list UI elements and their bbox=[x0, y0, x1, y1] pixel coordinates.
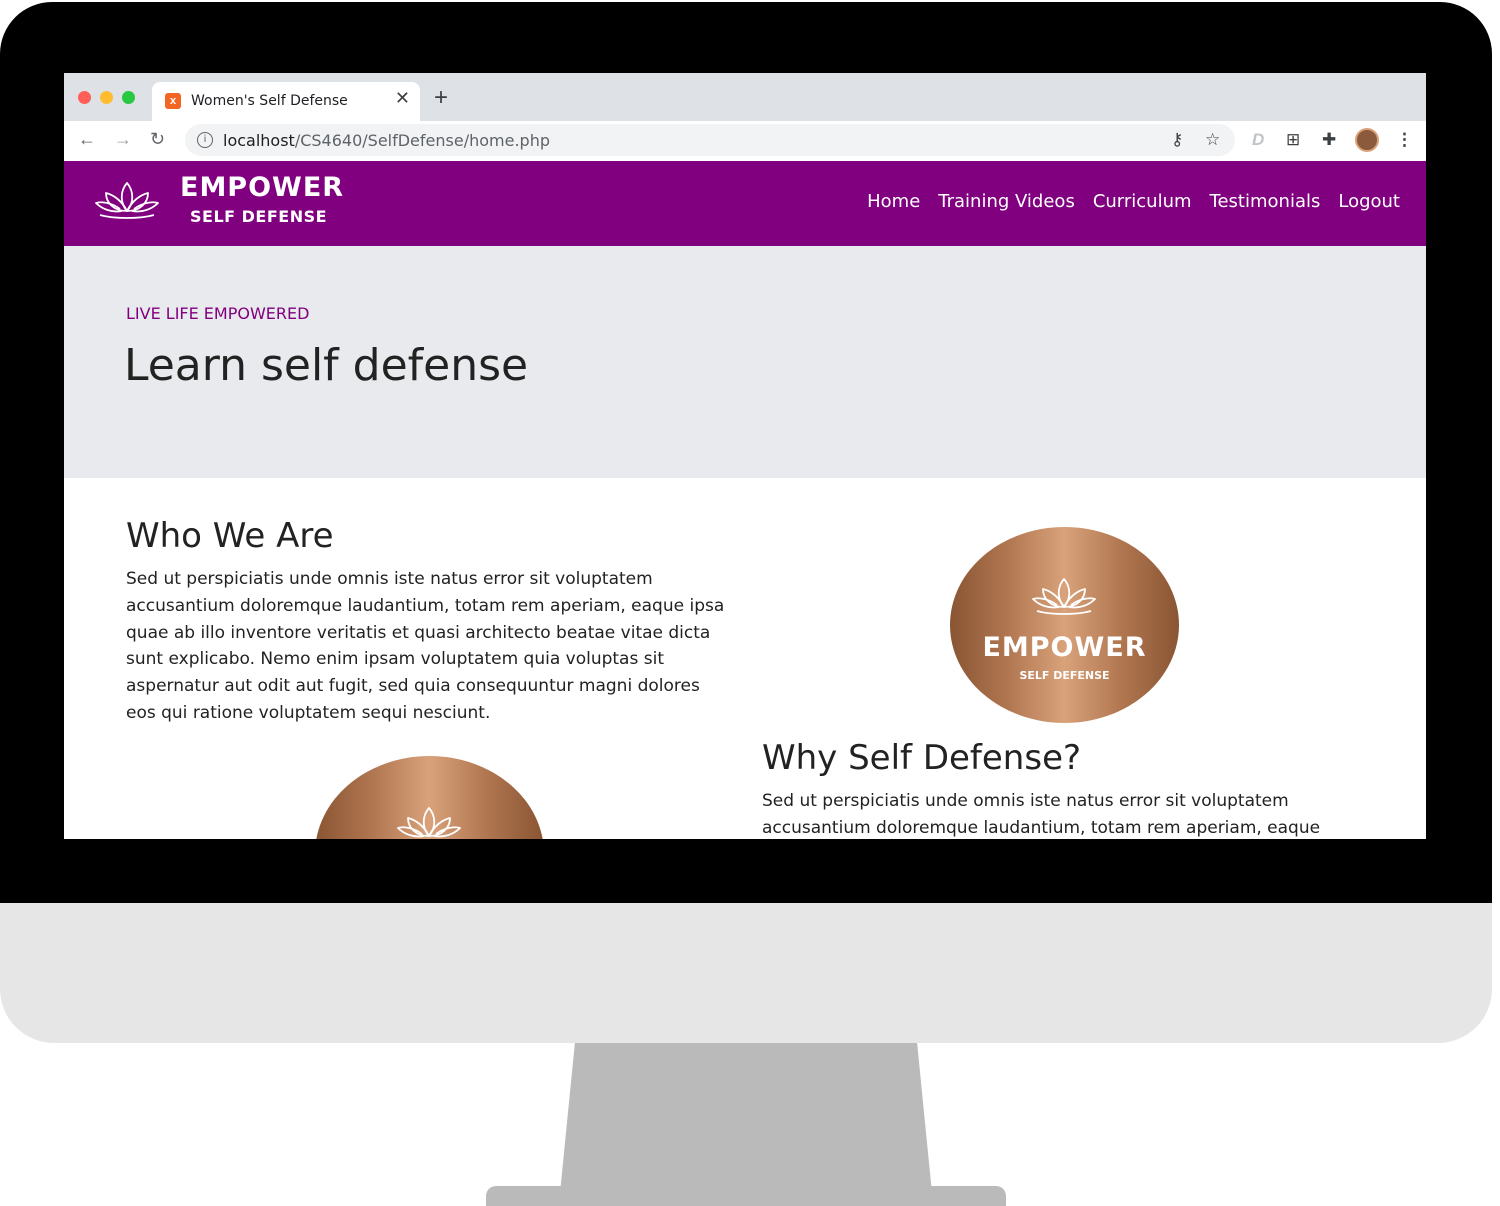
nav-logout-link[interactable]: Logout bbox=[1338, 191, 1400, 212]
forward-arrow-icon[interactable]: → bbox=[114, 129, 132, 150]
tab-title: Women's Self Defense bbox=[191, 93, 348, 109]
maximize-window-button[interactable] bbox=[122, 91, 135, 104]
site-header: EMPOWER SELF DEFENSE Home Training Video… bbox=[64, 161, 1426, 246]
who-we-are-title: Who We Are bbox=[126, 516, 334, 556]
url-path: /CS4640/SelfDefense/home.php bbox=[294, 131, 550, 150]
nav-testimonials-link[interactable]: Testimonials bbox=[1210, 191, 1321, 212]
grid-extension-icon[interactable]: ⊞ bbox=[1286, 130, 1300, 150]
nav-training-videos-link[interactable]: Training Videos bbox=[938, 191, 1075, 212]
bookmark-star-icon[interactable]: ☆ bbox=[1205, 130, 1220, 150]
key-icon[interactable]: ⚷ bbox=[1171, 130, 1183, 150]
site-info-icon[interactable]: i bbox=[197, 132, 213, 148]
address-bar[interactable]: i localhost/CS4640/SelfDefense/home.php … bbox=[185, 124, 1235, 156]
hero-eyebrow: LIVE LIFE EMPOWERED bbox=[126, 304, 310, 323]
close-window-button[interactable] bbox=[78, 91, 91, 104]
lotus-icon bbox=[397, 807, 461, 838]
main-nav: Home Training Videos Curriculum Testimon… bbox=[867, 191, 1400, 212]
brand-name[interactable]: EMPOWER bbox=[180, 172, 344, 203]
empower-badge-image: EMPOWER SELF DEFENSE bbox=[950, 527, 1179, 723]
hero-title: Learn self defense bbox=[124, 340, 529, 391]
new-tab-icon[interactable]: + bbox=[434, 86, 448, 110]
nav-curriculum-link[interactable]: Curriculum bbox=[1093, 191, 1192, 212]
brand-subtitle: SELF DEFENSE bbox=[190, 207, 328, 226]
tab-strip: x Women's Self Defense ✕ + bbox=[64, 73, 1426, 121]
puzzle-extensions-icon[interactable]: ✚ bbox=[1322, 130, 1336, 150]
back-arrow-icon[interactable]: ← bbox=[78, 129, 96, 150]
monitor-stand-base bbox=[486, 1186, 1006, 1206]
browser-tab[interactable]: x Women's Self Defense ✕ bbox=[152, 82, 420, 121]
nav-home-link[interactable]: Home bbox=[867, 191, 920, 212]
extension-icon[interactable]: D bbox=[1252, 130, 1264, 150]
monitor-chin bbox=[0, 903, 1492, 1043]
why-self-defense-text: Sed ut perspiciatis unde omnis iste natu… bbox=[762, 791, 1321, 838]
main-content: Who We Are Sed ut perspiciatis unde omni… bbox=[64, 478, 1426, 839]
who-we-are-text: Sed ut perspiciatis unde omnis iste natu… bbox=[126, 569, 725, 723]
lotus-logo-icon[interactable] bbox=[92, 179, 162, 221]
badge-brand-name: EMPOWER bbox=[982, 632, 1147, 663]
browser-toolbar: ← → ↻ i localhost/CS4640/SelfDefense/hom… bbox=[64, 121, 1426, 161]
more-menu-icon[interactable]: ⋮ bbox=[1396, 130, 1413, 150]
xampp-favicon-icon: x bbox=[165, 93, 181, 109]
lotus-icon bbox=[1032, 578, 1096, 615]
reload-icon[interactable]: ↻ bbox=[150, 129, 165, 150]
profile-avatar[interactable] bbox=[1355, 128, 1379, 152]
monitor-stand bbox=[560, 1043, 932, 1193]
url-text: localhost/CS4640/SelfDefense/home.php bbox=[223, 131, 550, 150]
close-tab-icon[interactable]: ✕ bbox=[395, 88, 410, 109]
browser-window: x Women's Self Defense ✕ + ← → ↻ i local… bbox=[64, 73, 1426, 839]
hero-section: LIVE LIFE EMPOWERED Learn self defense bbox=[64, 246, 1426, 478]
why-self-defense-title: Why Self Defense? bbox=[762, 738, 1082, 778]
url-host: localhost bbox=[223, 131, 295, 150]
badge-brand-subtitle: SELF DEFENSE bbox=[1019, 669, 1110, 682]
empower-badge-image-2 bbox=[315, 756, 544, 839]
minimize-window-button[interactable] bbox=[100, 91, 113, 104]
